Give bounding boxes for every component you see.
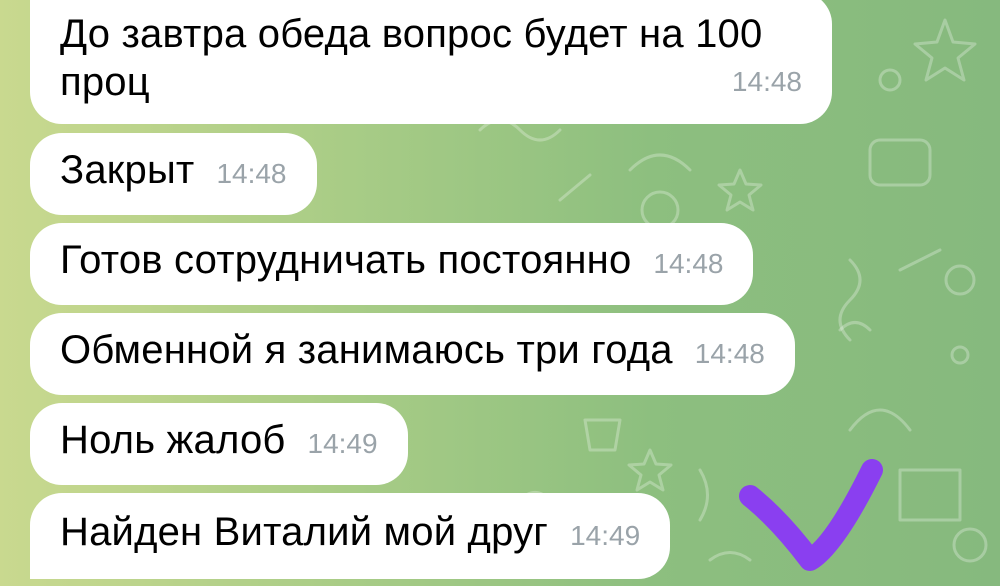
message-timestamp: 14:48 xyxy=(731,66,802,97)
message-timestamp: 14:48 xyxy=(653,248,724,279)
message-list[interactable]: До завтра обеда вопрос будет на 100 проц… xyxy=(0,0,1000,586)
message-timestamp: 14:49 xyxy=(570,520,641,551)
message-timestamp: 14:48 xyxy=(216,158,287,189)
message-text: Закрыт xyxy=(60,148,195,192)
message-bubble[interactable]: Закрыт 14:48 xyxy=(30,133,317,215)
message-text: Готов сотрудничать постоянно xyxy=(60,238,632,282)
message-text: Найден Виталий мой друг xyxy=(60,510,549,554)
message-timestamp: 14:49 xyxy=(307,428,378,459)
message-bubble[interactable]: Обменной я занимаюсь три года 14:48 xyxy=(30,313,795,395)
message-timestamp: 14:48 xyxy=(694,338,765,369)
message-text: Обменной я занимаюсь три года xyxy=(60,328,673,372)
message-text: Ноль жалоб xyxy=(60,418,286,462)
message-bubble[interactable]: Готов сотрудничать постоянно 14:48 xyxy=(30,223,754,305)
message-text-line: проц xyxy=(60,60,150,104)
message-bubble[interactable]: Ноль жалоб 14:49 xyxy=(30,403,408,485)
message-bubble[interactable]: До завтра обеда вопрос будет на 100 проц… xyxy=(30,0,832,124)
message-bubble[interactable]: Найден Виталий мой друг 14:49 xyxy=(30,493,671,579)
message-text-line: До завтра обеда вопрос будет на 100 xyxy=(60,12,763,56)
